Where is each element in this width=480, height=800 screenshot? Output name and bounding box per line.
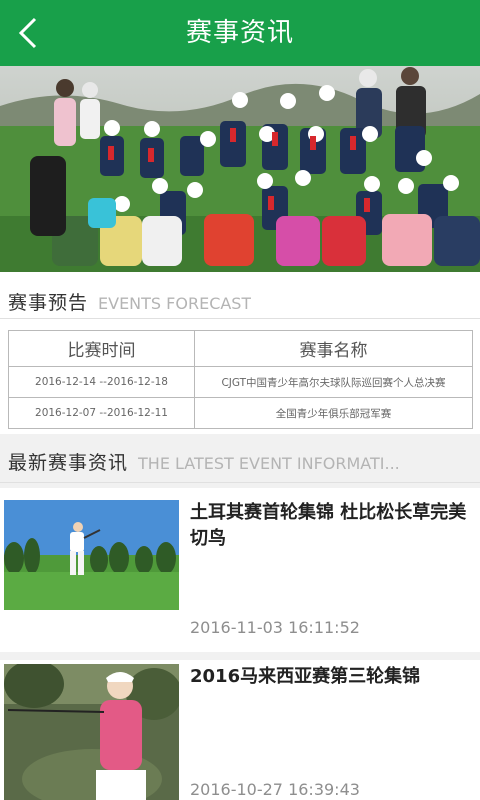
- table-row[interactable]: 2016-12-14 --2016-12-18 CJGT中国青少年高尔夫球队际巡…: [8, 366, 473, 398]
- table-header-row: 比赛时间 赛事名称: [8, 330, 473, 367]
- column-header-date: 比赛时间: [8, 330, 195, 367]
- event-name: CJGT中国青少年高尔夫球队际巡回赛个人总决赛: [194, 366, 473, 398]
- table-row[interactable]: 2016-12-07 --2016-12-11 全国青少年俱乐部冠军赛: [8, 397, 473, 429]
- latest-news-title: 最新赛事资讯: [8, 452, 129, 474]
- forecast-header: 赛事预告 EVENTS FORECAST: [0, 288, 480, 315]
- column-header-name: 赛事名称: [194, 330, 473, 367]
- divider: [0, 318, 480, 319]
- news-item[interactable]: 土耳其赛首轮集锦 杜比松长草完美切鸟 2016-11-03 16:11:52: [0, 488, 480, 652]
- latest-news-subtitle: THE LATEST EVENT INFORMATI...: [138, 454, 400, 473]
- latest-news-header: 最新赛事资讯 THE LATEST EVENT INFORMATI...: [0, 448, 480, 475]
- app-header: 赛事资讯: [0, 0, 480, 66]
- forecast-subtitle: EVENTS FORECAST: [98, 294, 252, 313]
- forecast-title: 赛事预告: [8, 292, 89, 314]
- event-date: 2016-12-14 --2016-12-18: [8, 366, 195, 398]
- events-table: 比赛时间 赛事名称 2016-12-14 --2016-12-18 CJGT中国…: [8, 330, 473, 429]
- news-date: 2016-11-03 16:11:52: [190, 618, 360, 637]
- news-thumbnail[interactable]: [4, 500, 179, 610]
- event-date: 2016-12-07 --2016-12-11: [8, 397, 195, 429]
- news-thumbnail[interactable]: [4, 664, 179, 800]
- event-name: 全国青少年俱乐部冠军赛: [194, 397, 473, 429]
- news-date: 2016-10-27 16:39:43: [190, 780, 360, 799]
- divider: [0, 482, 480, 483]
- banner-image[interactable]: [0, 66, 480, 272]
- news-title: 2016马来西亚赛第三轮集锦: [190, 666, 421, 687]
- news-item[interactable]: 2016马来西亚赛第三轮集锦 2016-10-27 16:39:43: [0, 660, 480, 800]
- news-title: 土耳其赛首轮集锦 杜比松长草完美切鸟: [190, 502, 467, 549]
- events-forecast-section: 赛事预告 EVENTS FORECAST 比赛时间 赛事名称 2016-12-1…: [0, 272, 480, 434]
- page-title: 赛事资讯: [185, 18, 294, 48]
